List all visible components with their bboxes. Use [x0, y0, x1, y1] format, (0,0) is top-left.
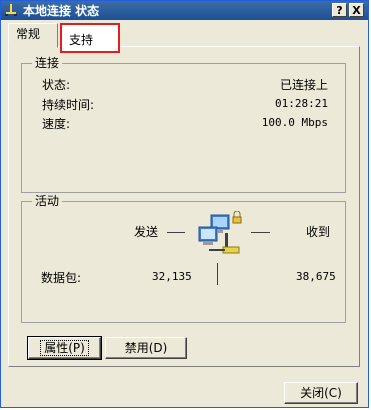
received-line: [251, 232, 270, 233]
title-close-button[interactable]: X: [349, 3, 364, 17]
disable-button[interactable]: 禁用(D): [105, 337, 187, 359]
activity-group: 活动: [21, 193, 346, 323]
status-dialog: 本地连接 状态 ? X 常规 支持 连接 状态: 已连接上 持续时间: 01:2…: [0, 0, 369, 408]
connection-group-label: 连接: [32, 55, 63, 71]
duration-label: 持续时间:: [42, 98, 95, 112]
network-connection-icon: [5, 4, 17, 16]
close-button[interactable]: 关闭(C): [284, 382, 358, 404]
sent-line: [167, 232, 185, 233]
status-value: 已连接上: [279, 78, 328, 92]
tab-general[interactable]: 常规: [8, 23, 58, 48]
activity-group-label: 活动: [32, 193, 63, 209]
help-button[interactable]: ?: [332, 3, 347, 17]
received-label: 收到: [306, 225, 331, 239]
packets-sent-value: 32,135: [152, 270, 192, 283]
speed-value: 100.0 Mbps: [261, 116, 328, 129]
activity-divider: [217, 263, 218, 285]
tab-support[interactable]: 支持: [60, 23, 120, 53]
properties-button-label: 属性(P): [40, 340, 89, 356]
packets-label: 数据包:: [41, 271, 82, 285]
status-label: 状态:: [42, 78, 71, 92]
network-computers-icon: [198, 211, 242, 254]
packets-received-value: 38,675: [296, 270, 336, 283]
window-title: 本地连接 状态: [23, 4, 100, 18]
connection-group: 连接 状态: 已连接上 持续时间: 01:28:21 速度: 100.0 Mbp…: [21, 55, 346, 193]
speed-label: 速度:: [42, 117, 71, 131]
title-bar[interactable]: 本地连接 状态 ? X: [1, 1, 368, 20]
duration-value: 01:28:21: [275, 97, 328, 110]
properties-button[interactable]: 属性(P): [27, 336, 102, 360]
sent-label: 发送: [134, 225, 159, 239]
